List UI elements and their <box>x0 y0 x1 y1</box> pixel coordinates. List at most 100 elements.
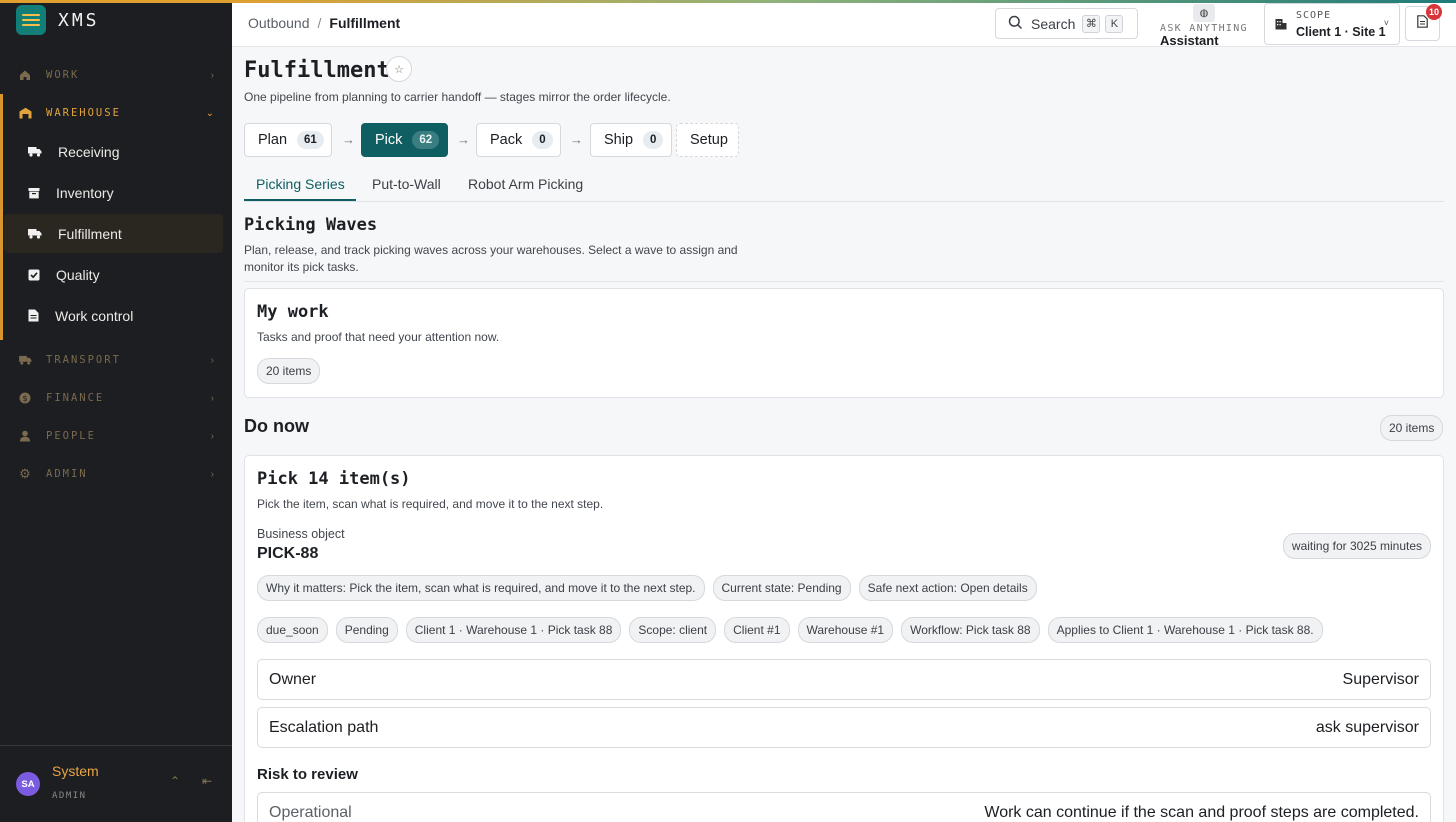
chip: Pending <box>335 617 398 643</box>
search-button[interactable]: Search ⌘ K <box>995 8 1138 39</box>
avatar[interactable]: SA <box>16 772 40 796</box>
stage-label: Setup <box>690 132 728 148</box>
chip: Why it matters: Pick the item, scan what… <box>257 575 705 601</box>
risk-row: Operational Work can continue if the sca… <box>257 792 1431 822</box>
chip: Client #1 <box>724 617 790 643</box>
sidebar-item-fulfillment[interactable]: Fulfillment <box>4 214 223 253</box>
nav-group-finance[interactable]: $ FINANCE › <box>0 379 232 417</box>
globe-icon: ◍ <box>1193 4 1215 22</box>
chip: Safe next action: Open details <box>858 575 1037 601</box>
sidebar-item-work-control[interactable]: Work control <box>4 296 223 335</box>
do-now-title: Do now <box>244 416 309 436</box>
chip: Workflow: Pick task 88 <box>901 617 1040 643</box>
stage-ship[interactable]: Ship 0 <box>590 123 672 157</box>
chip: Current state: Pending <box>712 575 851 601</box>
stage-label: Plan <box>258 132 288 148</box>
stage-label: Pick <box>375 132 403 148</box>
arrow-right-icon: → <box>457 132 470 147</box>
stage-count: 0 <box>532 131 553 149</box>
checkbox-icon <box>28 269 40 281</box>
arrow-right-icon: → <box>570 132 583 147</box>
user-role: ADMIN <box>52 791 87 801</box>
stage-pack[interactable]: Pack 0 <box>476 123 561 157</box>
search-icon <box>1008 15 1023 33</box>
stage-setup[interactable]: Setup <box>676 123 739 157</box>
chevron-right-icon: › <box>210 468 214 480</box>
scope-value: Client 1 · Site 1 <box>1296 25 1386 39</box>
document-icon <box>28 309 39 322</box>
escalation-row: Escalation path ask supervisor <box>257 707 1431 748</box>
stage-pick[interactable]: Pick 62 <box>361 123 448 157</box>
assistant-button[interactable]: ◍ ASK ANYTHING Assistant <box>1160 4 1250 48</box>
tab-put-to-wall[interactable]: Put-to-Wall <box>372 176 441 192</box>
risk-title: Risk to review <box>257 766 358 783</box>
sidebar-item-quality[interactable]: Quality <box>4 255 223 294</box>
nav-group-people[interactable]: PEOPLE › <box>0 417 232 455</box>
page-subtitle: One pipeline from planning to carrier ha… <box>244 90 671 104</box>
sidebar-item-label: Work control <box>55 307 134 324</box>
breadcrumb-separator: / <box>317 15 322 31</box>
tab-robot-arm-picking[interactable]: Robot Arm Picking <box>468 176 583 192</box>
breadcrumb-parent[interactable]: Outbound <box>248 15 310 31</box>
chevron-up-icon[interactable]: ⌃ <box>170 774 180 788</box>
notification-count-badge: 10 <box>1426 4 1442 20</box>
brand[interactable]: XMS <box>16 4 100 36</box>
risk-label: Operational <box>269 804 352 821</box>
stage-plan[interactable]: Plan 61 <box>244 123 332 157</box>
search-label: Search <box>1031 15 1076 32</box>
chevron-down-icon: ˅ <box>1383 18 1389 28</box>
truck-icon <box>28 146 42 157</box>
sidebar-item-receiving[interactable]: Receiving <box>4 132 223 171</box>
nav-group-label: WORK <box>46 69 80 81</box>
stage-count: 62 <box>412 131 440 149</box>
sidebar-footer: SA System ADMIN ⌃ ⇤ <box>0 745 232 822</box>
home-icon <box>18 68 32 82</box>
sidebar-item-label: Quality <box>56 266 100 283</box>
collapse-sidebar-icon[interactable]: ⇤ <box>202 774 212 788</box>
task-title: Pick 14 item(s) <box>257 469 411 489</box>
business-object-id[interactable]: PICK-88 <box>257 545 318 563</box>
nav-group-label: TRANSPORT <box>46 354 121 366</box>
chip: Applies to Client 1 · Warehouse 1 · Pick… <box>1047 617 1323 643</box>
chevron-right-icon: › <box>210 430 214 442</box>
brand-name: XMS <box>58 9 100 31</box>
tab-picking-series[interactable]: Picking Series <box>256 176 345 192</box>
sidebar-item-label: Fulfillment <box>58 225 122 242</box>
nav-group-admin[interactable]: ⚙ ADMIN › <box>0 455 232 493</box>
chip: Client 1 · Warehouse 1 · Pick task 88 <box>405 617 622 643</box>
user-name[interactable]: System <box>52 763 99 779</box>
person-icon <box>18 429 32 443</box>
coin-icon: $ <box>18 391 32 405</box>
card-title: My work <box>257 302 329 322</box>
star-icon[interactable]: ☆ <box>386 56 412 82</box>
stage-label: Pack <box>490 132 523 148</box>
shortcut-key-cmd: ⌘ <box>1082 14 1101 33</box>
escalation-label: Escalation path <box>269 719 379 736</box>
stage-count: 0 <box>643 131 664 149</box>
owner-row: Owner Supervisor <box>257 659 1431 700</box>
chevron-right-icon: › <box>210 392 214 404</box>
svg-text:$: $ <box>22 394 27 403</box>
card-subtitle: Tasks and proof that need your attention… <box>257 330 500 344</box>
task-card: Pick 14 item(s) Pick the item, scan what… <box>244 455 1444 822</box>
box-icon <box>28 187 40 199</box>
main-content: Fulfillment ☆ One pipeline from planning… <box>232 47 1456 822</box>
arrow-right-icon: → <box>342 132 355 147</box>
stage-label: Ship <box>604 132 634 148</box>
nav-group-work[interactable]: WORK › <box>0 56 232 94</box>
nav-group-label: FINANCE <box>46 392 105 404</box>
nav-group-transport[interactable]: TRANSPORT › <box>0 341 232 379</box>
shortcut-key-k: K <box>1105 14 1124 33</box>
chip: Warehouse #1 <box>797 617 894 643</box>
scope-selector[interactable]: SCOPE Client 1 · Site 1 ˅ <box>1264 3 1400 45</box>
section-subtitle: Plan, release, and track picking waves a… <box>244 243 738 274</box>
items-count-badge: 20 items <box>1380 415 1444 441</box>
menu-icon[interactable] <box>16 5 46 35</box>
sidebar-item-inventory[interactable]: Inventory <box>4 173 223 212</box>
section-title: Picking Waves <box>244 215 378 235</box>
scope-label: SCOPE <box>1296 10 1332 21</box>
context-chips: Why it matters: Pick the item, scan what… <box>257 575 1037 601</box>
truck-icon <box>18 353 32 367</box>
assistant-label: Assistant <box>1160 33 1219 48</box>
gear-icon: ⚙ <box>19 466 31 481</box>
